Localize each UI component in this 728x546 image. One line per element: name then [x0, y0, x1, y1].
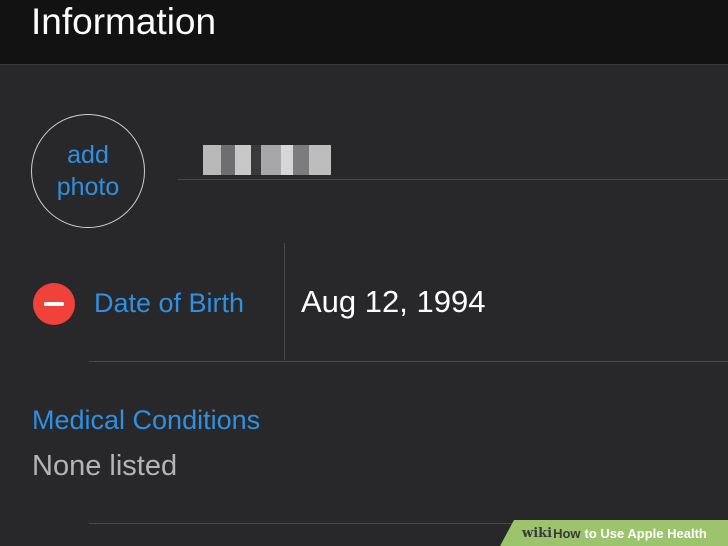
- medical-conditions-label: Medical Conditions: [32, 405, 261, 435]
- date-of-birth-value[interactable]: Aug 12, 1994: [301, 283, 485, 321]
- watermark-how-text: How: [553, 525, 581, 541]
- date-of-birth-label: Date of Birth: [94, 288, 245, 318]
- medical-conditions-value[interactable]: None listed: [32, 447, 177, 485]
- add-photo-button[interactable]: add photo: [31, 114, 145, 228]
- column-divider: [284, 243, 285, 360]
- add-photo-label-line2: photo: [56, 173, 120, 201]
- add-photo-label-line1: add: [67, 141, 109, 169]
- wikihow-watermark: wiki How to Use Apple Health: [500, 520, 728, 546]
- date-of-birth-separator: [89, 361, 728, 362]
- name-field-separator: [178, 179, 728, 180]
- name-field[interactable]: [203, 145, 331, 175]
- navigation-header: Information: [0, 0, 728, 65]
- watermark-wiki-text: wiki: [522, 525, 553, 541]
- remove-date-of-birth-button[interactable]: [33, 283, 75, 325]
- watermark-title-text: to Use Apple Health: [584, 525, 707, 541]
- page-title: Information: [31, 1, 217, 42]
